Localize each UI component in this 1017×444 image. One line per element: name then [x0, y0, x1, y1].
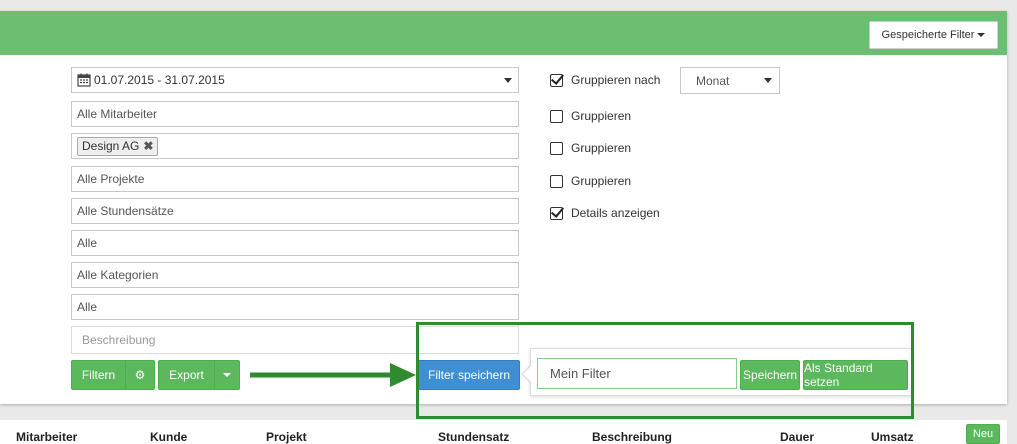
checkbox-icon[interactable] [550, 141, 563, 155]
calendar-icon [77, 73, 91, 87]
checkbox-icon[interactable] [550, 206, 563, 220]
customer-tag-label: Design AG [82, 139, 140, 153]
category-select[interactable]: Alle Kategorien [71, 262, 519, 288]
column-header[interactable]: Kunde [150, 430, 187, 444]
popover-arrow-inner [523, 366, 531, 382]
filter-name-input[interactable] [537, 358, 737, 389]
filter-button-label: Filtern [81, 368, 116, 382]
description-input[interactable]: Beschreibung [71, 326, 519, 354]
chevron-down-icon [977, 33, 986, 37]
filter-select-6[interactable]: Alle [71, 230, 519, 256]
checkbox-icon[interactable] [550, 174, 563, 188]
group-by-value: Monat [696, 73, 730, 88]
checkbox-icon[interactable] [550, 73, 563, 87]
group-by-label: Gruppieren nach [571, 73, 661, 87]
filter-8-value: Alle [77, 300, 98, 314]
checkbox-icon[interactable] [550, 109, 563, 123]
customer-select[interactable]: Design AG ✖ [71, 133, 519, 159]
save-filter-label: Filter speichern [427, 368, 511, 382]
saved-filters-dropdown[interactable]: Gespeicherte Filter [869, 21, 998, 49]
filter-6-value: Alle [77, 236, 98, 250]
export-dropdown-toggle[interactable] [214, 360, 240, 390]
new-entry-label: Neu [972, 428, 994, 440]
column-header[interactable]: Umsatz [871, 430, 914, 444]
group-option-1[interactable]: Gruppieren [550, 109, 631, 123]
column-header[interactable]: Mitarbeiter [16, 430, 77, 444]
save-button[interactable]: Speichern [740, 360, 800, 390]
chevron-down-icon [504, 78, 512, 83]
project-select[interactable]: Alle Projekte [71, 166, 519, 192]
group-option-3[interactable]: Gruppieren [550, 174, 631, 188]
column-header[interactable]: Beschreibung [592, 430, 672, 444]
set-default-button[interactable]: Als Standard setzen [803, 360, 908, 390]
results-table-header: Mitarbeiter Kunde Projekt Stundensatz Be… [0, 420, 1007, 444]
filter-settings-button[interactable]: ⚙ [125, 360, 155, 390]
export-button[interactable]: Export [158, 360, 215, 390]
save-button-label: Speichern [742, 368, 798, 382]
group-option-2[interactable]: Gruppieren [550, 141, 631, 155]
details-option[interactable]: Details anzeigen [550, 206, 660, 220]
chevron-down-icon [764, 78, 772, 83]
panel-header: Gespeicherte Filter [0, 11, 1007, 55]
date-range-value: 01.07.2015 - 31.07.2015 [94, 73, 225, 87]
gear-icon: ⚙ [134, 368, 146, 382]
filter-button[interactable]: Filtern [71, 360, 126, 390]
save-filter-button[interactable]: Filter speichern [418, 360, 520, 390]
group-by-select[interactable]: Monat [680, 67, 780, 94]
saved-filters-label: Gespeicherte Filter [881, 29, 975, 41]
set-default-label: Als Standard setzen [804, 361, 873, 389]
column-header[interactable]: Stundensatz [438, 430, 509, 444]
arrow-icon [250, 363, 416, 387]
group-3-label: Gruppieren [571, 174, 632, 188]
category-value: Alle Kategorien [77, 268, 159, 282]
employee-select[interactable]: Alle Mitarbeiter [71, 101, 519, 127]
project-value: Alle Projekte [77, 172, 145, 186]
employee-value: Alle Mitarbeiter [77, 107, 158, 121]
hourly-rate-select[interactable]: Alle Stundensätze [71, 198, 519, 224]
export-button-label: Export [169, 368, 204, 382]
group-by-option[interactable]: Gruppieren nach [550, 73, 660, 87]
column-header[interactable]: Projekt [266, 430, 307, 444]
hourly-rate-value: Alle Stundensätze [77, 204, 174, 218]
group-1-label: Gruppieren [571, 109, 632, 123]
date-range-select[interactable]: 01.07.2015 - 31.07.2015 [71, 67, 519, 93]
filter-select-8[interactable]: Alle [71, 294, 519, 320]
remove-tag-icon[interactable]: ✖ [143, 139, 153, 153]
chevron-down-icon [223, 373, 231, 377]
customer-tag: Design AG ✖ [77, 136, 159, 156]
new-entry-button[interactable]: Neu [966, 424, 1000, 444]
column-header[interactable]: Dauer [780, 430, 814, 444]
details-label: Details anzeigen [571, 206, 660, 220]
group-2-label: Gruppieren [571, 141, 632, 155]
description-placeholder: Beschreibung [82, 333, 156, 347]
